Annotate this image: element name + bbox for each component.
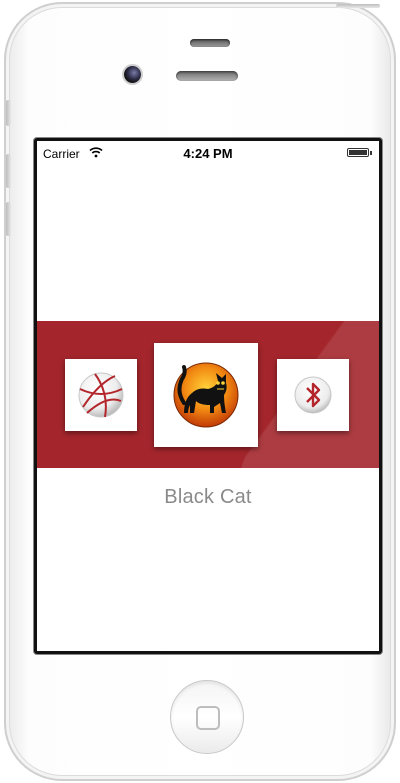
carousel-item-bluetooth[interactable] (277, 359, 349, 431)
battery-nub (370, 151, 372, 155)
volume-up-button (6, 154, 11, 188)
home-button[interactable] (170, 680, 244, 754)
power-button (336, 4, 380, 8)
screen-bezel: Carrier 4:24 PM Black Cat (34, 138, 382, 654)
front-camera (124, 66, 141, 83)
battery-level (349, 150, 367, 155)
phone-frame: Carrier 4:24 PM Black Cat (4, 2, 396, 781)
carousel-item-black-cat[interactable] (154, 343, 258, 447)
black-cat-icon (173, 362, 239, 428)
selected-item-label: Black Cat (164, 486, 252, 508)
speaker-grille (176, 71, 238, 81)
screen: Carrier 4:24 PM Black Cat (37, 141, 379, 651)
battery-icon (347, 148, 372, 157)
carousel-item-basketball[interactable] (65, 359, 137, 431)
home-square-icon (196, 706, 220, 730)
carousel-band[interactable] (37, 321, 379, 468)
mute-switch (6, 100, 11, 126)
basketball-icon (78, 372, 124, 418)
earpiece (190, 39, 230, 47)
status-time: 4:24 PM (183, 146, 233, 161)
bluetooth-icon (294, 376, 332, 414)
volume-down-button (6, 202, 11, 236)
status-bar: Carrier 4:24 PM (37, 141, 379, 163)
